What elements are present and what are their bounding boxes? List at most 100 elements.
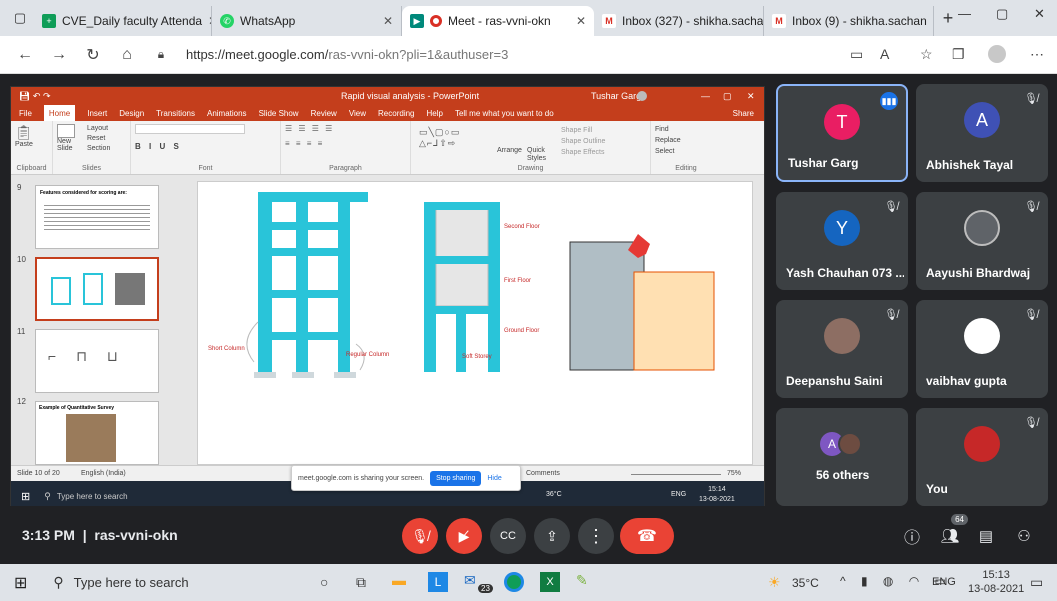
edge-icon[interactable] [504,572,524,592]
activities-button[interactable]: ⚇ [1006,518,1042,554]
camera-icon[interactable]: ▭ [850,46,863,63]
comments-button[interactable]: Comments [526,470,560,477]
maximize-icon[interactable]: ▢ [996,6,1008,22]
paste-icon[interactable]: 📋︎ [15,124,48,141]
forward-icon[interactable]: → [42,46,76,64]
read-aloud-icon[interactable]: A [880,46,889,62]
list-icons[interactable]: ☰ ☰ ☰ ☰ [285,124,406,133]
clock[interactable]: 15:13 13-08-2021 [968,568,1024,596]
menu-animations[interactable]: Animations [207,109,247,118]
font-name-select[interactable] [135,124,245,134]
tile-yash-chauhan[interactable]: Y 🎙︎̸ Yash Chauhan 073 ... [776,192,908,290]
mail-icon[interactable]: ✉︎ [464,572,476,589]
file-explorer-icon[interactable]: ▬ [392,572,406,588]
stop-sharing-button[interactable]: Stop sharing [430,470,482,486]
tab-cve-attendance[interactable]: + CVE_Daily faculty Attenda ✕ [34,6,212,36]
profile-avatar[interactable] [988,45,1006,63]
url-field[interactable]: https://meet.google.com/ras-vvni-okn?pli… [186,47,508,62]
reload-icon[interactable]: ↻ [76,45,110,65]
tab-actions-icon[interactable]: ▢ [6,4,34,32]
meet-stage: 💾︎ ↶ ↷ Rapid visual analysis - PowerPoin… [0,74,1057,564]
cortana-icon[interactable]: ○ [320,574,328,590]
task-view-icon[interactable]: ⧉ [356,574,366,591]
collections-icon[interactable]: ❐ [952,46,965,63]
reset-button[interactable]: Reset [87,134,110,144]
window-close-icon[interactable]: ✕ [1034,6,1045,22]
slide-thumb-9[interactable]: Features considered for scoring are: [35,185,159,249]
more-options-button[interactable]: ⋮ [578,518,614,554]
excel-icon[interactable]: X [540,572,560,592]
save-icon[interactable]: 💾︎ ↶ ↷ [19,91,51,102]
favorites-icon[interactable]: ☆ [920,46,933,63]
replace-button[interactable]: Replace [655,135,717,146]
find-button[interactable]: Find [655,124,717,135]
paint-icon[interactable]: ✎ [576,572,588,589]
tile-vaibhav-gupta[interactable]: 🎙︎̸ vaibhav gupta [916,300,1048,398]
tell-me-search[interactable]: Tell me what you want to do [455,109,554,118]
font-format-icons[interactable]: B I U S [135,142,276,151]
select-button[interactable]: Select [655,146,717,157]
captions-button[interactable]: CC [490,518,526,554]
menu-design[interactable]: Design [119,109,144,118]
tile-you[interactable]: 🎙︎̸ You [916,408,1048,506]
hide-banner-button[interactable]: Hide [487,475,501,482]
teams-icon[interactable]: L [428,572,448,592]
meeting-info-button[interactable]: ⓘ [894,518,930,554]
mic-toggle-button[interactable]: 🎙︎̸ [402,518,438,554]
slide-thumb-10[interactable] [35,257,159,321]
menu-insert[interactable]: Insert [87,109,107,118]
people-button[interactable]: 👥︎ 64 [932,514,968,554]
shape-outline-button[interactable]: Shape Outline [561,136,605,147]
slide-thumb-12[interactable]: Example of Quantitative Survey [35,401,159,465]
close-tab-icon[interactable]: ✕ [576,14,586,28]
home-icon[interactable]: ⌂ [110,46,144,64]
current-slide[interactable]: Short Column Regular Column Soft Storey … [197,181,753,465]
camera-toggle-button[interactable]: ▶̸ [446,518,482,554]
label-short-column: Short Column [208,346,245,352]
arrange-button[interactable]: Arrange [497,147,522,154]
menu-help[interactable]: Help [427,109,443,118]
menu-file[interactable]: File [19,109,32,118]
tab-whatsapp[interactable]: ✆ WhatsApp ✕ [212,6,402,36]
ppt-minimize-icon[interactable]: — [701,91,710,101]
zoom-slider[interactable] [631,474,721,475]
tab-inbox-327[interactable]: M Inbox (327) - shikha.sacha ✕ [594,6,764,36]
more-menu-icon[interactable]: ⋯ [1030,46,1044,63]
slide-thumbnails[interactable]: 9 Features considered for scoring are: 1… [11,175,179,465]
start-windows-icon[interactable]: ⊞ [14,573,27,593]
slide-thumb-11[interactable]: ⌐ ⊓ ⊔ [35,329,159,393]
tab-inbox-9[interactable]: M Inbox (9) - shikha.sachan ✕ [764,6,934,36]
taskbar-search-input[interactable]: Type here to search [74,575,294,590]
shape-fill-button[interactable]: Shape Fill [561,125,605,136]
quick-styles-button[interactable]: Quick Styles [527,147,553,163]
tile-abhishek-tayal[interactable]: A 🎙︎̸ Abhishek Tayal [916,84,1048,182]
menu-view[interactable]: View [349,109,366,118]
align-icons[interactable]: ≡ ≡ ≡ ≡ [285,139,406,148]
close-tab-icon[interactable]: ✕ [383,14,393,28]
tile-aayushi-bhardwaj[interactable]: 🎙︎̸ Aayushi Bhardwaj [916,192,1048,290]
ppt-restore-icon[interactable]: ▢ [723,91,732,102]
leave-call-button[interactable]: ☎ [620,518,674,554]
menu-review[interactable]: Review [311,109,337,118]
tile-deepanshu-saini[interactable]: 🎙︎̸ Deepanshu Saini [776,300,908,398]
menu-home[interactable]: Home [43,105,76,121]
shape-effects-button[interactable]: Shape Effects [561,147,605,158]
tile-56-others[interactable]: A 56 others [776,408,908,506]
bullet-lines [44,202,150,230]
menu-transitions[interactable]: Transitions [156,109,195,118]
notification-icon[interactable]: ▭ [1030,574,1043,591]
menu-recording[interactable]: Recording [378,109,414,118]
minimize-icon[interactable]: — [958,6,971,21]
chat-button[interactable]: ▤ [968,518,1004,554]
tab-meet[interactable]: ▶ Meet - ras-vvni-okn ✕ [402,6,594,36]
share-button[interactable]: Share [733,109,754,118]
layout-button[interactable]: Layout [87,124,110,134]
back-icon[interactable]: ← [8,46,42,64]
shapes-gallery[interactable]: ▭╲▢○▭ △⌐⅃⇧⇨ [419,127,460,149]
new-slide-icon[interactable] [57,124,75,138]
section-button[interactable]: Section [87,144,110,154]
tile-tushar-garg[interactable]: T ▮▮▮ Tushar Garg [776,84,908,182]
menu-slideshow[interactable]: Slide Show [259,109,299,118]
ppt-close-icon[interactable]: ✕ [747,91,755,102]
present-button[interactable]: ⇪ [534,518,570,554]
